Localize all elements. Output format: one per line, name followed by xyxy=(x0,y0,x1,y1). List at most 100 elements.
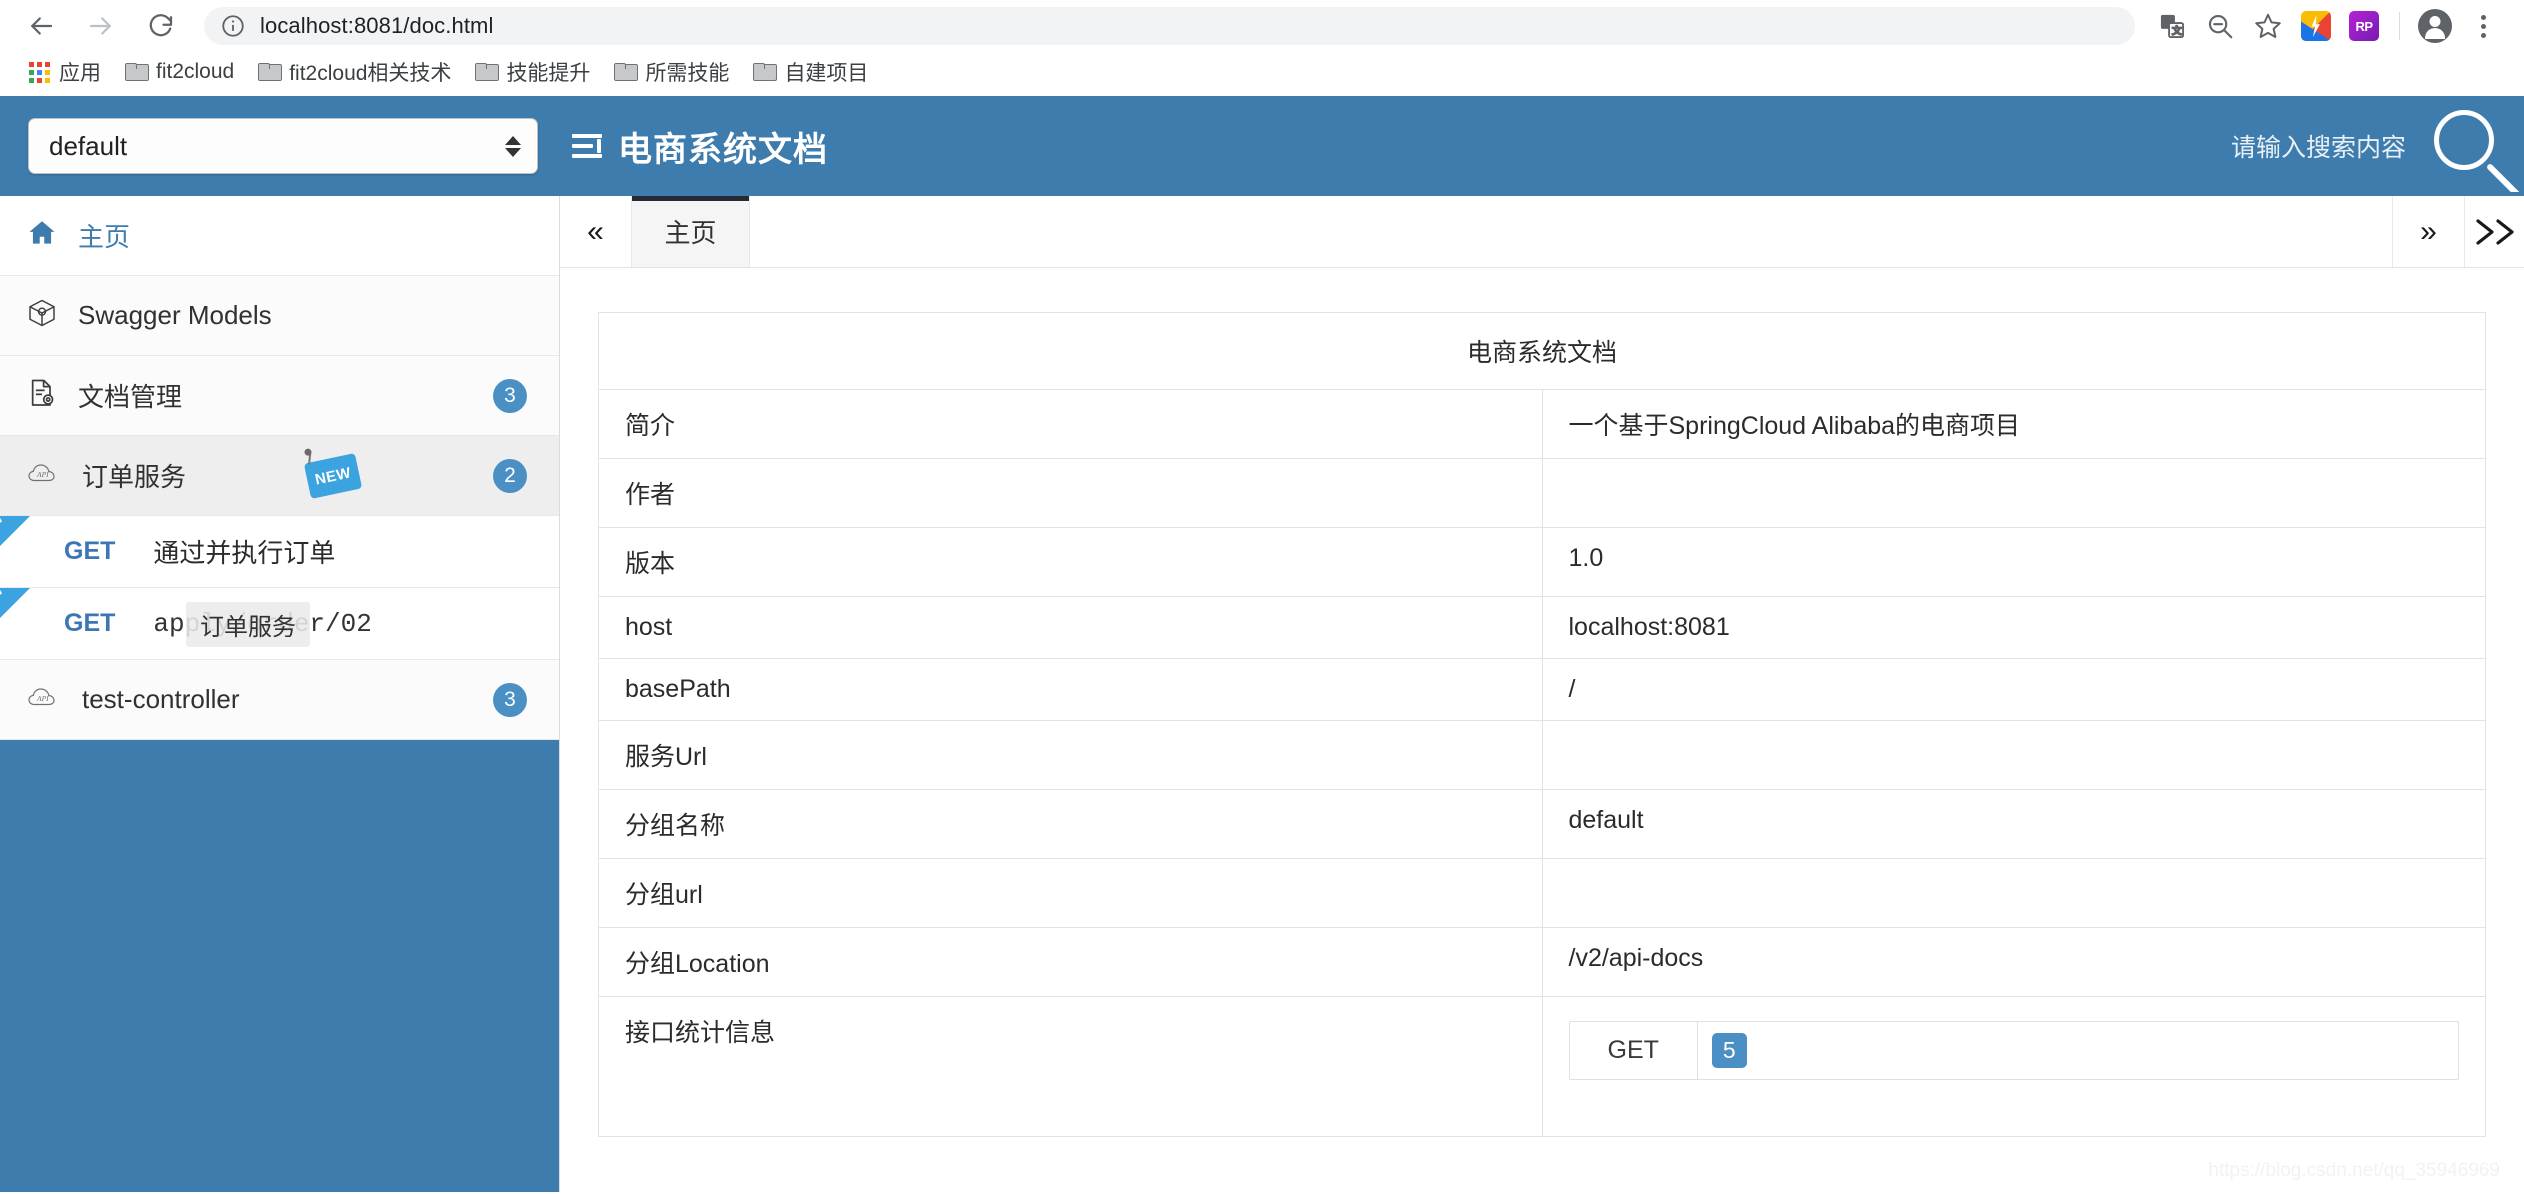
row-value xyxy=(1541,458,2486,528)
new-ribbon-icon: NEW xyxy=(0,585,30,618)
content-area: « 主页 » 电商系统文档 简介 一个基于SpringCloud Alibaba… xyxy=(560,196,2524,1192)
tab-home[interactable]: 主页 xyxy=(632,196,750,267)
page-title: 电商系统文档 xyxy=(618,130,828,169)
row-key: 作者 xyxy=(598,458,1543,528)
bookmarks-bar: 应用 fit2cloud fit2cloud相关技术 技能提升 所需技能 自建项… xyxy=(0,52,2524,96)
bookmark-label: fit2cloud xyxy=(156,60,235,83)
bookmark-fit2cloud-tech[interactable]: fit2cloud相关技术 xyxy=(249,53,460,91)
sidebar-item-order-service[interactable]: API 订单服务 NEW 2 xyxy=(0,436,559,516)
zoom-out-icon[interactable] xyxy=(2197,3,2243,49)
table-row: 版本 1.0 xyxy=(598,527,2486,597)
address-bar[interactable]: localhost:8081/doc.html xyxy=(204,7,2135,45)
extension-lightning-icon[interactable] xyxy=(2293,3,2339,49)
api-name: 通过并执行订单 xyxy=(153,538,336,568)
tab-label: 主页 xyxy=(664,218,717,248)
sidebar-item-document-manage[interactable]: 文档管理 3 xyxy=(0,356,559,436)
document-gear-icon xyxy=(26,377,58,414)
api-list: NEW GET 通过并执行订单 NEW GET apply/order/02 订… xyxy=(0,513,559,660)
row-value: / xyxy=(1541,658,2486,721)
translate-icon[interactable]: G 文 xyxy=(2149,3,2195,49)
bookmark-apps[interactable]: 应用 xyxy=(20,53,110,91)
brand: 电商系统文档 xyxy=(572,122,828,171)
row-key: 接口统计信息 xyxy=(598,996,1543,1137)
api-method: GET xyxy=(64,609,116,637)
tabs-scroll-left-icon[interactable]: « xyxy=(560,196,632,267)
bookmark-label: 所需技能 xyxy=(645,62,730,85)
api-cloud-icon: API xyxy=(26,682,62,717)
list-item[interactable]: NEW GET apply/order/02 订单服务 xyxy=(0,585,559,660)
kebab-menu-icon[interactable] xyxy=(2460,3,2506,49)
row-value xyxy=(1541,720,2486,790)
header-search[interactable]: 请输入搜索内容 xyxy=(2231,100,2524,192)
table-row: host localhost:8081 xyxy=(598,596,2486,659)
apps-grid-icon xyxy=(29,61,50,83)
bookmark-required-skills[interactable]: 所需技能 xyxy=(605,53,738,91)
home-icon xyxy=(26,217,58,254)
extension-rp-label: RP xyxy=(2355,18,2373,34)
folder-icon xyxy=(258,63,283,81)
document-info-table: 电商系统文档 简介 一个基于SpringCloud Alibaba的电商项目 作… xyxy=(598,312,2486,1137)
sidebar-item-label: test-controller xyxy=(82,684,240,714)
avatar-icon[interactable] xyxy=(2412,3,2458,49)
method-stats-label: GET xyxy=(1570,1022,1698,1079)
tooltip: 订单服务 xyxy=(186,602,310,647)
address-bar-url: localhost:8081/doc.html xyxy=(260,13,494,38)
bookmark-fit2cloud[interactable]: fit2cloud xyxy=(116,56,243,88)
sidebar-item-label: 文档管理 xyxy=(78,382,183,412)
folder-icon xyxy=(753,63,778,81)
api-cloud-icon: API xyxy=(26,458,62,493)
new-ribbon-label: NEW xyxy=(0,585,6,613)
row-value xyxy=(1541,858,2486,928)
row-key: 版本 xyxy=(598,527,1543,597)
watermark: https://blog.csdn.net/qq_35946969 xyxy=(2208,1160,2500,1181)
api-method: GET xyxy=(64,537,116,565)
svg-text:文: 文 xyxy=(2172,24,2182,37)
bookmark-skill-up[interactable]: 技能提升 xyxy=(466,53,599,91)
sidebar-item-label: 订单服务 xyxy=(82,462,187,492)
sidebar-item-test-controller[interactable]: API test-controller 3 xyxy=(0,660,559,740)
app-header: default 电商系统文档 请输入搜索内容 xyxy=(0,96,2524,196)
new-ribbon-icon: NEW xyxy=(0,513,30,546)
tabs-menu-icon[interactable] xyxy=(2464,196,2524,267)
sidebar-item-label: 主页 xyxy=(78,222,131,252)
table-row: 分组Location /v2/api-docs xyxy=(598,927,2486,997)
app-root: default 电商系统文档 请输入搜索内容 主页 Swagger Models… xyxy=(0,96,2524,1192)
back-button[interactable] xyxy=(14,0,68,52)
search-icon[interactable] xyxy=(2432,100,2524,192)
row-value: /v2/api-docs xyxy=(1541,927,2486,997)
table-row: 服务Url xyxy=(598,720,2486,790)
chevron-updown-icon[interactable] xyxy=(505,135,521,157)
forward-button[interactable] xyxy=(74,0,128,52)
sidebar-badge: 2 xyxy=(492,458,527,493)
browser-chrome: localhost:8081/doc.html G 文 RP 应用 fit2cl… xyxy=(0,0,2524,96)
list-item[interactable]: NEW GET 通过并执行订单 xyxy=(0,513,559,588)
row-value: localhost:8081 xyxy=(1541,596,2486,659)
svg-text:API: API xyxy=(36,470,49,479)
site-info-icon[interactable] xyxy=(220,13,246,39)
bookmark-label: 技能提升 xyxy=(506,62,591,85)
method-stats-box: GET 5 xyxy=(1568,1021,2459,1080)
extension-rp-icon[interactable]: RP xyxy=(2341,3,2387,49)
row-value: GET 5 xyxy=(1541,996,2486,1137)
reload-button[interactable] xyxy=(134,0,188,52)
row-key: 分组url xyxy=(598,858,1543,928)
tab-bar: « 主页 » xyxy=(560,196,2524,268)
sidebar-item-home[interactable]: 主页 xyxy=(0,196,559,276)
method-stats-count: 5 xyxy=(1711,1033,1747,1068)
row-value: default xyxy=(1541,789,2486,859)
bookmark-own-projects[interactable]: 自建项目 xyxy=(744,53,877,91)
tabs-scroll-right-icon[interactable]: » xyxy=(2392,196,2464,267)
group-select[interactable]: default xyxy=(28,118,538,174)
row-key: basePath xyxy=(598,658,1543,721)
row-key: 分组名称 xyxy=(598,789,1543,859)
menu-lines-icon xyxy=(572,133,602,159)
document-panel: 电商系统文档 简介 一个基于SpringCloud Alibaba的电商项目 作… xyxy=(560,268,2524,1137)
search-input[interactable]: 请输入搜索内容 xyxy=(2231,128,2406,164)
star-icon[interactable] xyxy=(2245,3,2291,49)
folder-icon xyxy=(614,63,639,81)
table-title: 电商系统文档 xyxy=(598,312,2486,390)
sidebar-item-swagger-models[interactable]: Swagger Models xyxy=(0,276,559,356)
table-row: 分组名称 default xyxy=(598,789,2486,859)
row-key: 服务Url xyxy=(598,720,1543,790)
table-row: 分组url xyxy=(598,858,2486,928)
